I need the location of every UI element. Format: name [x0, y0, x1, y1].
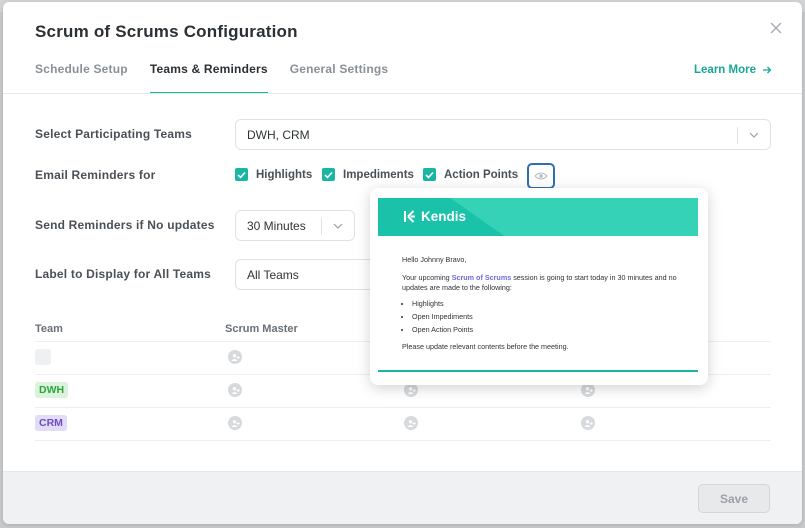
- team-tag: DWH: [35, 382, 69, 398]
- email-preview-popover: Kendis Hello Johnny Bravo, Your upcoming…: [370, 188, 708, 385]
- column-header-scrum-master: Scrum Master: [225, 323, 298, 335]
- send-reminders-select[interactable]: 30 Minutes: [235, 210, 355, 241]
- team-tag: [35, 349, 51, 365]
- checkbox-highlights[interactable]: Highlights: [235, 168, 312, 181]
- save-button[interactable]: Save: [698, 484, 770, 513]
- row-divider: [35, 440, 771, 441]
- tab-schedule-setup[interactable]: Schedule Setup: [35, 62, 128, 94]
- email-item-list: Highlights Open Impediments Open Action …: [412, 299, 692, 335]
- checkbox-action-points[interactable]: Action Points: [423, 168, 518, 181]
- checkbox-checked-icon: [235, 168, 248, 181]
- checkbox-label: Highlights: [256, 168, 313, 181]
- tab-bar: Schedule Setup Teams & Reminders General…: [35, 62, 410, 94]
- checkbox-label: Impediments: [343, 168, 414, 181]
- display-label-input[interactable]: All Teams: [235, 259, 385, 290]
- learn-more-label: Learn More: [694, 64, 756, 76]
- email-closing: Please update relevant contents before t…: [402, 342, 569, 352]
- email-message: Your upcoming Scrum of Scrums session is…: [402, 273, 677, 293]
- close-icon[interactable]: [768, 20, 784, 36]
- learn-more-link[interactable]: Learn More: [694, 64, 772, 76]
- add-user-icon[interactable]: [404, 416, 418, 430]
- checkbox-impediments[interactable]: Impediments: [322, 168, 414, 181]
- add-user-icon[interactable]: [581, 383, 595, 397]
- eye-icon: [534, 172, 548, 180]
- checkbox-checked-icon: [322, 168, 335, 181]
- tabs-divider: [3, 93, 802, 94]
- dialog-title: Scrum of Scrums Configuration: [35, 22, 298, 41]
- chevron-down-icon: [333, 223, 343, 229]
- send-reminders-value: 30 Minutes: [247, 218, 306, 233]
- kendis-logo: Kendis: [403, 209, 466, 224]
- participating-teams-value: DWH, CRM: [247, 127, 310, 142]
- row-divider: [35, 407, 771, 408]
- column-header-team: Team: [35, 323, 63, 335]
- display-label-value: All Teams: [247, 267, 299, 282]
- add-user-icon[interactable]: [581, 416, 595, 430]
- add-user-icon[interactable]: [228, 383, 242, 397]
- team-tag: CRM: [35, 415, 67, 431]
- display-label-label: Label to Display for All Teams: [35, 267, 212, 281]
- logo-text: Kendis: [421, 209, 467, 224]
- list-item: Open Action Points: [412, 325, 692, 335]
- send-reminders-label: Send Reminders if No updates: [35, 218, 215, 232]
- email-highlight: Scrum of Scrums: [451, 273, 512, 283]
- preview-email-button[interactable]: [527, 163, 555, 189]
- email-body: Hello Johnny Bravo, Your upcoming Scrum …: [402, 255, 692, 361]
- kendis-logo-icon: [404, 210, 415, 223]
- add-user-icon[interactable]: [228, 416, 242, 430]
- list-item: Highlights: [412, 299, 692, 309]
- add-user-icon[interactable]: [404, 383, 418, 397]
- add-user-icon[interactable]: [228, 350, 242, 364]
- email-footer-line: [378, 370, 698, 372]
- config-dialog: Scrum of Scrums Configuration Schedule S…: [3, 2, 802, 524]
- participating-teams-label: Select Participating Teams: [35, 127, 193, 141]
- dialog-footer: Save: [3, 471, 802, 524]
- email-reminders-label: Email Reminders for: [35, 168, 156, 182]
- tab-general-settings[interactable]: General Settings: [290, 62, 389, 94]
- tab-teams-reminders[interactable]: Teams & Reminders: [149, 62, 268, 94]
- email-header-banner: Kendis: [378, 198, 698, 236]
- chevron-down-icon: [749, 132, 759, 138]
- arrow-right-icon: [763, 66, 772, 74]
- email-greeting: Hello Johnny Bravo,: [402, 255, 467, 264]
- checkbox-checked-icon: [423, 168, 436, 181]
- participating-teams-select[interactable]: DWH, CRM: [235, 119, 771, 150]
- list-item: Open Impediments: [412, 312, 692, 322]
- checkbox-label: Action Points: [444, 168, 519, 181]
